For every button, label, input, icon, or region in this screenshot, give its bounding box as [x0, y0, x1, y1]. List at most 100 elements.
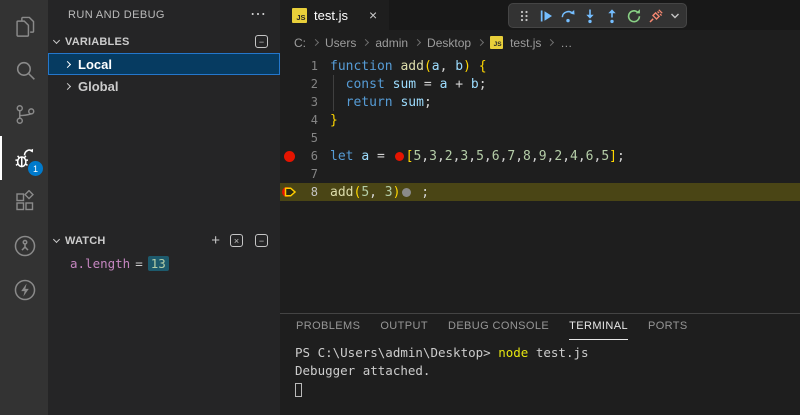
watch-equals: =	[135, 255, 143, 271]
more-actions-button[interactable]: ⋯	[250, 7, 266, 23]
step-into-button[interactable]	[580, 6, 599, 25]
watch-expression-row[interactable]: a.length = 13	[48, 252, 280, 274]
activity-search[interactable]	[0, 48, 48, 92]
debug-toolbar	[508, 3, 687, 28]
tab-label: test.js	[314, 7, 348, 23]
variables-label: VARIABLES	[65, 35, 130, 48]
extensions-icon	[16, 190, 34, 211]
breadcrumb-item[interactable]: …	[560, 36, 572, 50]
watch-label: WATCH	[65, 234, 106, 247]
activity-circle-branch[interactable]	[0, 224, 48, 268]
terminal-cursor	[295, 382, 302, 397]
code-line[interactable]: 1 function add(a, b) {	[280, 57, 800, 75]
current-frame-breakpoint-icon[interactable]	[280, 184, 298, 200]
add-expression-icon[interactable]: +	[211, 232, 220, 249]
breadcrumb-item[interactable]: test.js	[510, 36, 541, 50]
chevron-right-icon	[63, 82, 72, 90]
activity-lightning[interactable]	[0, 268, 48, 312]
variables-empty-area	[48, 97, 280, 229]
variables-scope-local[interactable]: Local	[48, 53, 280, 75]
panel-tab-bar: PROBLEMS OUTPUT DEBUG CONSOLE TERMINAL PORTS	[296, 314, 800, 340]
panel-tab-problems[interactable]: PROBLEMS	[296, 314, 360, 340]
terminal-line: Debugger attached.	[295, 363, 431, 378]
code-line[interactable]: 8 add(5, 3) ;	[280, 183, 800, 201]
watch-section-header[interactable]: WATCH + × −	[48, 229, 280, 252]
breadcrumb: C: Users admin Desktop JS test.js …	[280, 30, 800, 55]
bottom-panel: PROBLEMS OUTPUT DEBUG CONSOLE TERMINAL PORTS…	[280, 313, 800, 415]
code-line[interactable]: 5	[280, 129, 800, 147]
step-into-icon	[585, 9, 594, 23]
variables-scope-global[interactable]: Global	[48, 75, 280, 97]
chevron-right-icon	[311, 38, 320, 47]
panel-tab-output[interactable]: OUTPUT	[380, 314, 428, 340]
toolbar-more-button[interactable]	[668, 6, 681, 25]
panel-tab-ports[interactable]: PORTS	[648, 314, 688, 340]
close-tab-icon[interactable]: ×	[369, 7, 377, 23]
chevron-down-icon	[670, 13, 679, 18]
step-out-button[interactable]	[602, 6, 621, 25]
watch-expression: a.length	[70, 255, 131, 271]
panel-tab-debug-console[interactable]: DEBUG CONSOLE	[448, 314, 549, 340]
remove-all-expressions-icon[interactable]: ×	[230, 234, 243, 247]
activity-source-control[interactable]	[0, 92, 48, 136]
line-number: 6	[310, 149, 318, 163]
activity-explorer[interactable]	[0, 4, 48, 48]
disconnect-plug-icon	[648, 8, 663, 23]
code-text: function add(a, b) {	[330, 58, 487, 74]
breadcrumb-item[interactable]: Users	[325, 36, 356, 50]
tab-testjs[interactable]: JS test.js ×	[280, 0, 390, 30]
line-number: 2	[310, 77, 318, 91]
js-file-icon: JS	[292, 7, 307, 23]
terminal-line	[295, 380, 800, 398]
code-text: const sum = a + b;	[330, 77, 487, 92]
code-text: }	[330, 112, 338, 128]
editor-group: JS test.js × C: Users admin Desktop JS t…	[280, 0, 800, 415]
line-number: 5	[310, 131, 318, 145]
variables-section-header[interactable]: VARIABLES −	[48, 30, 280, 53]
terminal-line: PS C:\Users\admin\Desktop> node test.js	[295, 345, 589, 360]
code-line[interactable]: 7	[280, 165, 800, 183]
breadcrumb-item[interactable]: C:	[294, 36, 306, 50]
inline-breakpoint-candidate-icon[interactable]	[402, 187, 412, 197]
continue-button[interactable]	[536, 6, 555, 25]
debug-badge: 1	[28, 161, 43, 176]
panel-tab-terminal[interactable]: TERMINAL	[569, 314, 628, 340]
code-line[interactable]: 6 let a = [5, 3, 2, 3, 5, 6, 7, 8, 9, 2, 4, 6, 5];	[280, 147, 800, 165]
code-editor[interactable]: 1 function add(a, b) {2 const sum = a + b…	[280, 55, 800, 313]
disconnect-button[interactable]	[646, 6, 665, 25]
continue-icon	[540, 10, 552, 21]
code-line[interactable]: 4}	[280, 111, 800, 129]
code-text: let a = [5, 3, 2, 3, 5, 6, 7, 8, 9, 2, 4, 6, 5];	[330, 148, 625, 164]
grip-dots-icon	[520, 10, 528, 21]
step-over-button[interactable]	[558, 6, 577, 25]
collapse-all-icon[interactable]: −	[255, 234, 268, 247]
line-number: 4	[310, 113, 318, 127]
activity-bar: 1	[0, 0, 48, 415]
scope-label: Global	[78, 78, 119, 94]
breadcrumb-item[interactable]: Desktop	[427, 36, 471, 50]
activity-run-and-debug[interactable]: 1	[0, 136, 48, 180]
breakpoint-icon[interactable]	[280, 150, 298, 162]
restart-button[interactable]	[624, 6, 643, 25]
search-icon	[16, 61, 35, 80]
step-over-icon	[561, 9, 574, 22]
js-file-icon: JS	[490, 36, 504, 49]
scope-label: Local	[78, 56, 112, 72]
code-line[interactable]: 3 return sum;	[280, 93, 800, 111]
terminal-output[interactable]: PS C:\Users\admin\Desktop> node test.js D…	[280, 340, 800, 398]
toolbar-drag-handle[interactable]	[514, 6, 533, 25]
collapse-all-icon[interactable]: −	[255, 35, 268, 48]
code-text: add(5, 3) ;	[330, 184, 430, 200]
circle-branch-icon	[14, 235, 36, 257]
line-number: 8	[310, 185, 318, 199]
activity-extensions[interactable]	[0, 180, 48, 224]
restart-icon	[627, 8, 640, 22]
inline-breakpoint-icon[interactable]	[394, 151, 404, 161]
line-number: 3	[310, 95, 318, 109]
files-explorer-icon	[15, 16, 34, 37]
code-text: return sum;	[330, 95, 432, 110]
chevron-right-icon	[63, 60, 72, 68]
code-line[interactable]: 2 const sum = a + b;	[280, 75, 800, 93]
breadcrumb-item[interactable]: admin	[375, 36, 408, 50]
run-and-debug-sidebar: RUN AND DEBUG ⋯ VARIABLES − Local Global…	[48, 0, 280, 415]
